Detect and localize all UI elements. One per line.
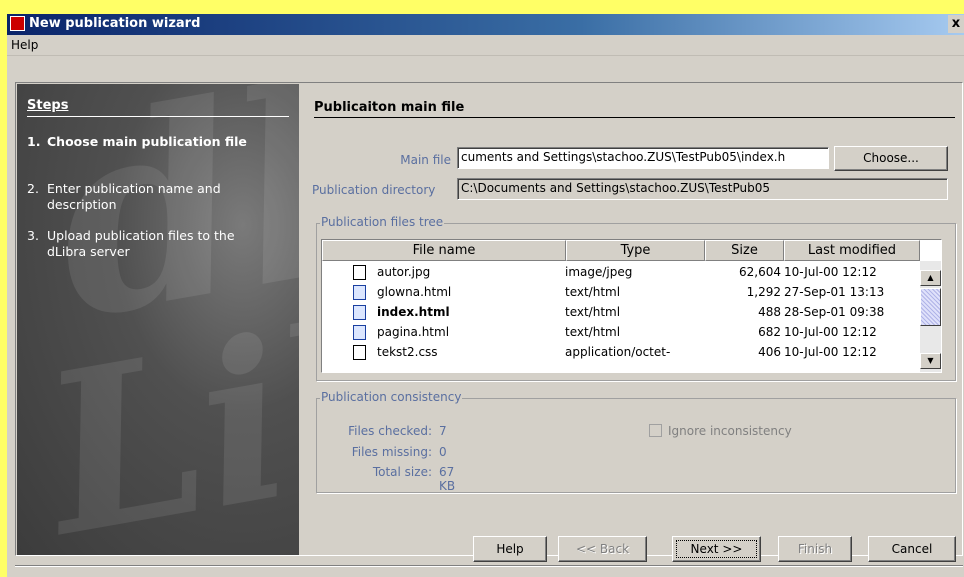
- step-label: Choose main publication file: [47, 134, 247, 149]
- file-name-cell: autor.jpg: [377, 265, 431, 279]
- table-row[interactable]: glowna.html text/html 1,292 27-Sep-01 13…: [322, 283, 920, 302]
- table-scrollbar[interactable]: ▲ ▼: [920, 261, 941, 372]
- document-icon: [353, 345, 366, 360]
- steps-title: Steps: [27, 98, 69, 113]
- step-item-2: 2. Enter publication name and descriptio…: [27, 181, 267, 215]
- file-type-cell: text/html: [565, 325, 621, 339]
- files-missing-label: Files missing:: [351, 445, 432, 459]
- step-item-3: 3. Upload publication files to the dLibr…: [27, 228, 267, 262]
- help-button[interactable]: Help: [473, 536, 547, 562]
- close-icon[interactable]: x: [948, 15, 964, 33]
- column-header-size[interactable]: Size: [705, 240, 784, 261]
- file-type-cell: text/html: [565, 285, 621, 299]
- consistency-group-label: Publication consistency: [320, 390, 463, 404]
- file-name-cell: glowna.html: [377, 285, 452, 299]
- window-title: New publication wizard: [29, 16, 201, 31]
- step-number: 2.: [27, 181, 39, 196]
- finish-button[interactable]: Finish: [778, 536, 852, 562]
- table-row[interactable]: pagina.html text/html 682 10-Jul-00 12:1…: [322, 323, 920, 342]
- file-size-cell: 62,604: [739, 265, 781, 279]
- table-row[interactable]: tekst2.css application/octet- 406 10-Jul…: [322, 343, 920, 360]
- file-size-cell: 488: [758, 305, 781, 319]
- html-file-icon: [353, 305, 366, 320]
- file-size-cell: 1,292: [746, 285, 781, 299]
- total-size-label: Total size:: [372, 465, 432, 479]
- step-number: 1.: [27, 134, 41, 149]
- main-file-label: Main file: [400, 153, 451, 167]
- step-number: 3.: [27, 228, 39, 243]
- files-tree-group-label: Publication files tree: [320, 215, 445, 229]
- steps-divider: [27, 116, 289, 117]
- button-divider: [15, 565, 963, 567]
- html-file-icon: [353, 285, 366, 300]
- files-checked-value: 7: [439, 424, 447, 438]
- column-header-type[interactable]: Type: [566, 240, 705, 261]
- file-modified-cell: 27-Sep-01 13:13: [784, 285, 885, 299]
- table-row[interactable]: autor.jpg image/jpeg 62,604 10-Jul-00 12…: [322, 263, 920, 282]
- files-checked-label: Files checked:: [348, 424, 432, 438]
- publication-directory-field[interactable]: C:\Documents and Settings\stachoo.ZUS\Te…: [457, 178, 948, 200]
- file-modified-cell: 10-Jul-00 12:12: [784, 345, 877, 359]
- publication-directory-label: Publication directory: [312, 183, 436, 197]
- window-title-bar[interactable]: New publication wizard x: [7, 14, 964, 35]
- scroll-up-icon[interactable]: ▲: [920, 270, 941, 286]
- step-label: Enter publication name and description: [47, 181, 221, 212]
- file-modified-cell: 28-Sep-01 09:38: [784, 305, 885, 319]
- column-header-file-name[interactable]: File name: [322, 240, 566, 261]
- file-name-cell: index.html: [377, 305, 450, 319]
- main-file-field[interactable]: cuments and Settings\stachoo.ZUS\TestPub…: [457, 147, 829, 169]
- app-icon: [10, 16, 25, 31]
- step-item-1: 1. Choose main publication file: [27, 134, 267, 168]
- total-size-value: 67 KB: [439, 465, 456, 493]
- steps-panel: dl Lib Steps 1. Choose main publication …: [17, 84, 299, 555]
- ignore-inconsistency-checkbox[interactable]: [649, 424, 662, 437]
- back-button[interactable]: << Back: [558, 536, 647, 562]
- files-missing-value: 0: [439, 445, 447, 459]
- file-size-cell: 682: [758, 325, 781, 339]
- wizard-window: Help dl Lib Steps 1. Choose main publica…: [7, 35, 964, 577]
- scroll-down-icon[interactable]: ▼: [920, 353, 941, 369]
- files-table: File name Type Size Last modified autor.…: [321, 239, 942, 373]
- file-type-cell: application/octet-: [565, 345, 671, 359]
- file-name-cell: tekst2.css: [377, 345, 438, 359]
- file-name-cell: pagina.html: [377, 325, 450, 339]
- step-label: Upload publication files to the dLibra s…: [47, 228, 235, 259]
- html-file-icon: [353, 325, 366, 340]
- background-watermark: Lib: [27, 261, 299, 555]
- menu-bar: Help: [7, 35, 964, 56]
- ignore-inconsistency-label[interactable]: Ignore inconsistency: [668, 424, 792, 438]
- file-modified-cell: 10-Jul-00 12:12: [784, 325, 877, 339]
- page-heading: Publicaiton main file: [314, 100, 465, 115]
- file-type-cell: image/jpeg: [565, 265, 633, 279]
- menu-item-help[interactable]: Help: [11, 38, 38, 52]
- table-row[interactable]: index.html text/html 488 28-Sep-01 09:38: [322, 303, 920, 322]
- file-type-cell: text/html: [565, 305, 621, 319]
- file-modified-cell: 10-Jul-00 12:12: [784, 265, 877, 279]
- file-size-cell: 406: [758, 345, 781, 359]
- scrollbar-thumb[interactable]: [920, 288, 941, 326]
- cancel-button[interactable]: Cancel: [868, 536, 956, 562]
- heading-underline: [314, 117, 955, 118]
- document-icon: [353, 265, 366, 280]
- choose-button[interactable]: Choose...: [834, 146, 948, 171]
- next-button[interactable]: Next >>: [672, 536, 761, 562]
- column-header-last-modified[interactable]: Last modified: [784, 240, 920, 261]
